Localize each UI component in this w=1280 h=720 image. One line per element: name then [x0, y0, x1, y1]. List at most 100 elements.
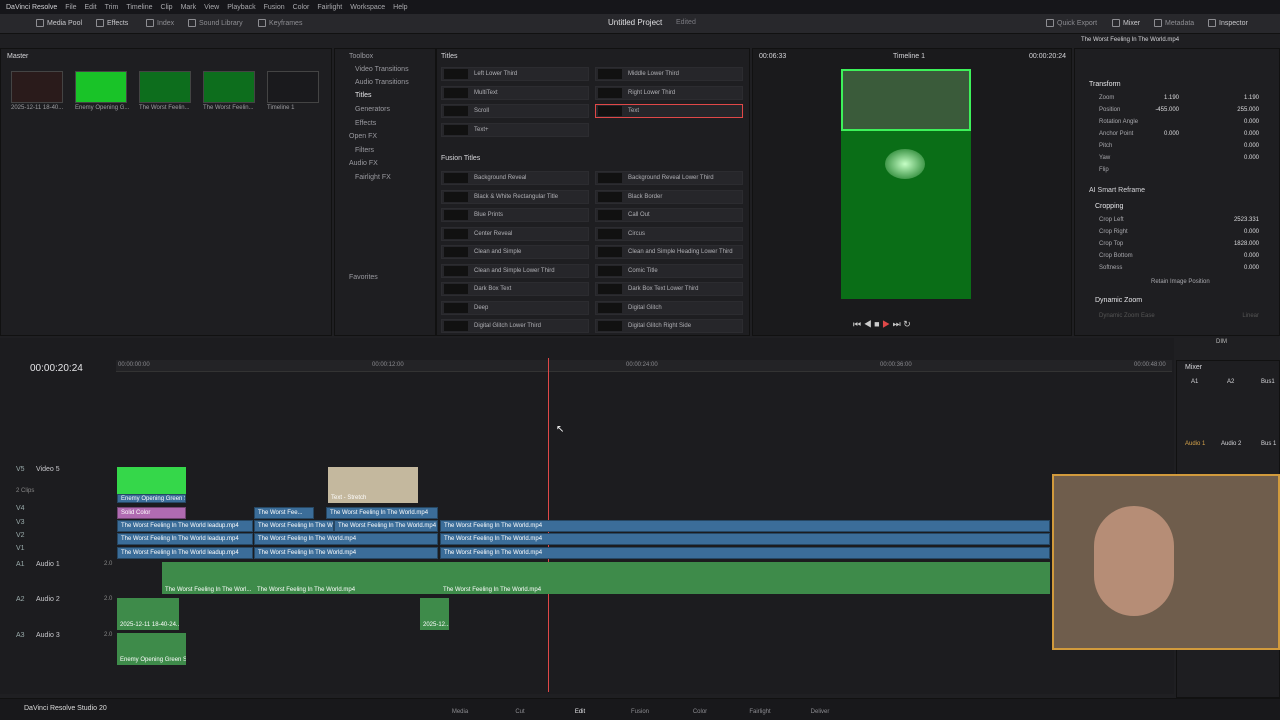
media-pool-thumb[interactable] — [267, 71, 319, 103]
title-template[interactable]: Middle Lower Third — [595, 67, 743, 81]
clip-v4-c[interactable]: The Worst Feeling In The World.mp4 — [326, 507, 438, 519]
menu-clip[interactable]: Clip — [161, 4, 173, 11]
title-template[interactable]: Center Reveal — [441, 226, 589, 241]
title-template[interactable]: Digital Glitch — [595, 300, 743, 315]
title-template[interactable]: Text — [595, 104, 743, 118]
title-template[interactable]: Call Out — [595, 208, 743, 222]
yaw-row[interactable]: Yaw 0.000 — [1099, 155, 1280, 161]
anchor-row[interactable]: Anchor Point 0.000 0.000 — [1099, 131, 1280, 137]
clip-v2-b[interactable]: The Worst Feeling In The World.mp4 — [254, 533, 438, 545]
title-template[interactable]: Left Lower Third — [441, 67, 589, 81]
page-deliver[interactable]: Deliver — [805, 709, 835, 715]
transform-section[interactable]: Transform — [1089, 81, 1121, 88]
title-template[interactable]: Clean and Simple Lower Third — [441, 263, 589, 278]
menu-playback[interactable]: Playback — [227, 4, 255, 11]
pitch-row[interactable]: Pitch 0.000 — [1099, 143, 1280, 149]
menu-mark[interactable]: Mark — [181, 4, 197, 11]
clip-v5-a[interactable]: Enemy Opening Green S... — [117, 494, 186, 503]
effects-button[interactable]: Effects — [96, 19, 128, 27]
quick-export-button[interactable]: Quick Export — [1046, 19, 1097, 27]
page-edit[interactable]: Edit — [565, 709, 595, 715]
sound-library-button[interactable]: Sound Library — [188, 19, 243, 27]
tree-toolbox[interactable]: Toolbox — [349, 53, 373, 60]
tree-audio-fx[interactable]: Audio FX — [349, 160, 378, 167]
clip-v5-green[interactable] — [117, 467, 186, 495]
title-template[interactable]: Circus — [595, 226, 743, 241]
zoom-row[interactable]: Zoom 1.190 1.190 — [1099, 95, 1280, 101]
softness-row[interactable]: Softness 0.000 — [1099, 265, 1280, 271]
media-pool-thumb[interactable] — [203, 71, 255, 103]
step-back-icon[interactable]: ◀ — [864, 319, 872, 329]
keyframes-button[interactable]: Keyframes — [258, 19, 302, 27]
title-template[interactable]: Comic Title — [595, 263, 743, 278]
crop-bottom-row[interactable]: Crop Bottom 0.000 — [1099, 253, 1280, 259]
clip-v3-d[interactable]: The Worst Feeling In The World.mp4 — [440, 520, 1050, 532]
tree-filters[interactable]: Filters — [355, 147, 374, 154]
clip-v4-solid[interactable]: Solid Color — [117, 507, 186, 519]
title-template[interactable]: Black & White Rectangular Title — [441, 189, 589, 204]
tree-audio-transitions[interactable]: Audio Transitions — [355, 79, 409, 86]
menu-workspace[interactable]: Workspace — [350, 4, 385, 11]
media-pool-thumb[interactable] — [11, 71, 63, 103]
title-template[interactable]: Right Lower Third — [595, 85, 743, 100]
skip-forward-icon[interactable]: ⏭ — [893, 319, 901, 329]
dynamic-zoom-section[interactable]: Dynamic Zoom — [1095, 297, 1142, 304]
stop-icon[interactable]: ■ — [874, 319, 879, 329]
menu-help[interactable]: Help — [393, 4, 407, 11]
page-cut[interactable]: Cut — [505, 709, 535, 715]
tree-generators[interactable]: Generators — [355, 106, 390, 113]
tree-open-fx[interactable]: Open FX — [349, 133, 377, 140]
metadata-button[interactable]: Metadata — [1154, 19, 1194, 27]
play-icon[interactable]: ▶ — [882, 319, 890, 329]
clip-v4-b[interactable]: The Worst Fee... — [254, 507, 314, 519]
menu-timeline[interactable]: Timeline — [126, 4, 152, 11]
page-media[interactable]: Media — [445, 709, 475, 715]
menu-fusion[interactable]: Fusion — [264, 4, 285, 11]
title-template[interactable]: Dark Box Text Lower Third — [595, 282, 743, 296]
menu-file[interactable]: File — [65, 4, 76, 11]
tree-favorites[interactable]: Favorites — [349, 274, 378, 281]
clip-v3-c[interactable]: The Worst Feeling In The World.mp4 — [334, 520, 438, 532]
title-template[interactable]: Digital Glitch Right Side — [595, 319, 743, 333]
clip-v2-c[interactable]: The Worst Feeling In The World.mp4 — [440, 533, 1050, 545]
loop-icon[interactable]: ↻ — [903, 319, 911, 329]
menu-edit[interactable]: Edit — [85, 4, 97, 11]
title-template[interactable]: Dark Box Text — [441, 282, 589, 296]
media-pool-thumb[interactable] — [139, 71, 191, 103]
clip-v1-b[interactable]: The Worst Feeling In The World.mp4 — [254, 547, 438, 559]
clip-v1-c[interactable]: The Worst Feeling In The World.mp4 — [440, 547, 1050, 559]
dim-label[interactable]: DIM — [1216, 339, 1227, 345]
crop-top-row[interactable]: Crop Top 1828.000 — [1099, 241, 1280, 247]
tree-fairlight-fx[interactable]: Fairlight FX — [355, 174, 391, 181]
position-row[interactable]: Position -455.000 255.000 — [1099, 107, 1280, 113]
menu-view[interactable]: View — [204, 4, 219, 11]
index-button[interactable]: Index — [146, 19, 174, 27]
page-fairlight[interactable]: Fairlight — [745, 709, 775, 715]
title-template[interactable]: Digital Glitch Lower Third — [441, 319, 589, 333]
title-template[interactable]: Background Reveal — [441, 171, 589, 185]
clip-v2-a[interactable]: The Worst Feeling In The World leadup.mp… — [117, 533, 253, 545]
title-template[interactable]: MultiText — [441, 85, 589, 100]
rotation-row[interactable]: Rotation Angle 0.000 — [1099, 119, 1280, 125]
inspector-button[interactable]: Inspector — [1208, 19, 1248, 27]
page-color[interactable]: Color — [685, 709, 715, 715]
page-fusion[interactable]: Fusion — [625, 709, 655, 715]
tree-video-transitions[interactable]: Video Transitions — [355, 66, 409, 73]
title-template[interactable]: Deep — [441, 300, 589, 315]
skip-back-icon[interactable]: ⏮ — [853, 319, 861, 329]
title-template[interactable]: Text+ — [441, 122, 589, 137]
smart-reframe-section[interactable]: AI Smart Reframe — [1089, 187, 1145, 194]
title-template[interactable]: Clean and Simple Heading Lower Third — [595, 245, 743, 259]
flip-row[interactable]: Flip — [1099, 167, 1280, 173]
media-pool-thumb[interactable] — [75, 71, 127, 103]
cropping-section[interactable]: Cropping — [1095, 203, 1123, 210]
title-template[interactable]: Blue Prints — [441, 208, 589, 222]
menu-color[interactable]: Color — [293, 4, 310, 11]
title-template[interactable]: Background Reveal Lower Third — [595, 171, 743, 185]
tree-titles[interactable]: Titles — [355, 92, 371, 99]
menu-fairlight[interactable]: Fairlight — [317, 4, 342, 11]
mixer-button[interactable]: Mixer — [1112, 19, 1140, 27]
timeline-ruler[interactable]: 00:00:00:00 00:00:12:00 00:00:24:00 00:0… — [116, 360, 1172, 372]
media-pool-button[interactable]: Media Pool — [36, 19, 82, 27]
dynamic-zoom-ease-row[interactable]: Dynamic Zoom Ease Linear — [1099, 313, 1280, 319]
